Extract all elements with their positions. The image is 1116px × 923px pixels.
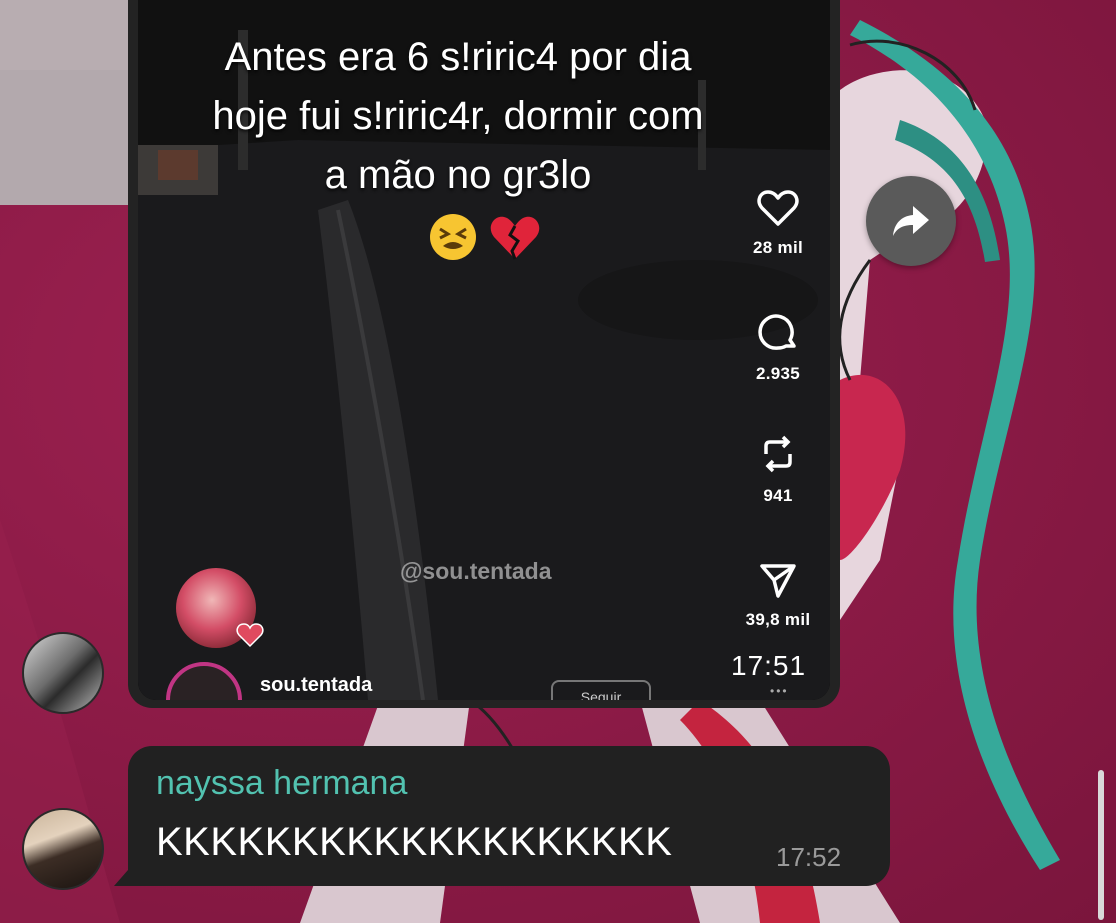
message-sender-name[interactable]: nayssa hermana [156, 764, 407, 803]
heart-badge-icon [236, 623, 264, 648]
forwarded-video-bubble[interactable]: Antes era 6 s!riric4 por dia hoje fui s!… [128, 0, 840, 708]
scrollbar[interactable] [1098, 770, 1104, 920]
paper-plane-icon [760, 564, 796, 598]
tired-face-emoji [430, 214, 476, 260]
message-text: KKKKKKKKKKKKKKKKKKK [156, 820, 673, 864]
repost-icon [764, 435, 792, 473]
caption-emojis [430, 214, 540, 260]
sender-avatar-2[interactable] [22, 808, 104, 890]
video-timestamp: 17:51 [731, 650, 807, 681]
caption-line-1: Antes era 6 s!riric4 por dia [224, 35, 692, 79]
repost-action[interactable]: 941 [733, 432, 823, 506]
heart-icon [757, 190, 799, 226]
like-count: 28 mil [753, 238, 803, 257]
comment-icon [758, 314, 796, 350]
more-dots-icon[interactable]: ••• [770, 684, 789, 698]
comment-count: 2.935 [755, 364, 801, 383]
video-thumbnail[interactable]: Antes era 6 s!riric4 por dia hoje fui s!… [138, 0, 830, 700]
send-count: 39,8 mil [745, 610, 811, 629]
repost-count: 941 [763, 486, 793, 505]
follow-button[interactable]: Seguir [551, 680, 651, 700]
forward-arrow-icon [893, 206, 929, 236]
forward-button[interactable] [866, 176, 956, 266]
send-action[interactable]: 39,8 mil [733, 560, 823, 630]
caption-line-3: a mão no gr3lo [324, 153, 592, 197]
comment-action[interactable]: 2.935 [733, 310, 823, 384]
caption-line-2: hoje fui s!riric4r, dormir com [212, 94, 704, 138]
video-caption: Antes era 6 s!riric4 por dia hoje fui s!… [138, 28, 778, 205]
video-username[interactable]: sou.tentada [260, 674, 372, 697]
broken-heart-emoji [490, 216, 540, 260]
video-watermark: @sou.tentada [400, 558, 552, 584]
message-bubble[interactable]: nayssa hermana KKKKKKKKKKKKKKKKKKK 17:52 [114, 746, 890, 886]
message-timestamp: 17:52 [776, 842, 842, 872]
like-action[interactable]: 28 mil [733, 188, 823, 258]
sender-avatar-1[interactable] [22, 632, 104, 714]
